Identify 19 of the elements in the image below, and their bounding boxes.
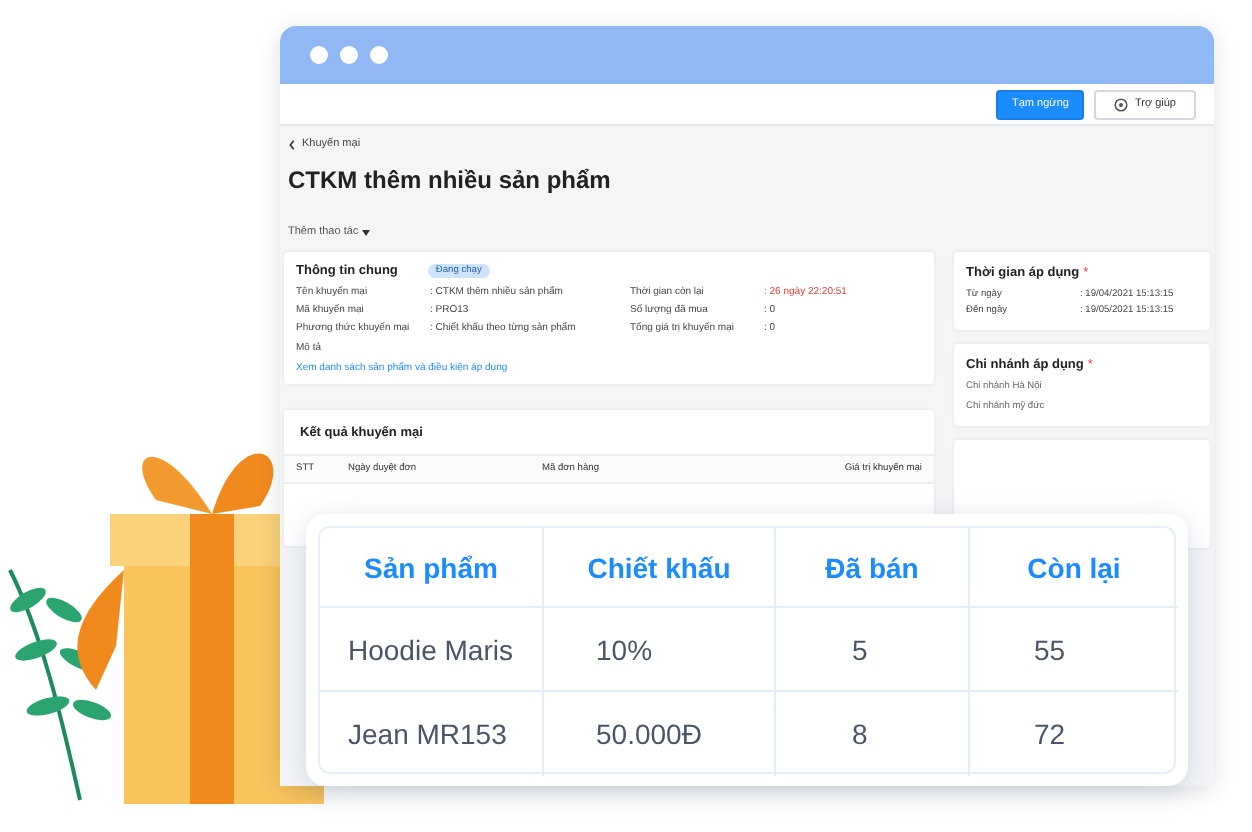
column-header: Sản phẩm: [320, 528, 544, 608]
window-dot-icon: [340, 46, 358, 64]
column-header: Còn lại: [970, 528, 1178, 608]
column-header: Đã bán: [776, 528, 970, 608]
caret-icon: [362, 229, 371, 235]
column-header: Chiết khấu: [544, 528, 776, 608]
table-cell: 8: [776, 692, 970, 776]
table-cell: 10%: [544, 608, 776, 692]
table-cell: Hoodie Maris: [320, 608, 544, 692]
help-icon: [1114, 97, 1129, 111]
table-cell: 55: [970, 608, 1178, 692]
table-cell-text: 72: [1032, 716, 1068, 754]
table-cell: 5: [776, 608, 970, 692]
page-title: CTKM thêm nhiều sản phẩm: [288, 166, 613, 194]
table-cell: Jean MR153: [320, 692, 544, 776]
window-dot-icon: [370, 46, 388, 64]
table-cell: 50.000Đ: [544, 692, 776, 776]
window-dot-icon: [310, 46, 328, 64]
back-icon: [288, 139, 296, 149]
